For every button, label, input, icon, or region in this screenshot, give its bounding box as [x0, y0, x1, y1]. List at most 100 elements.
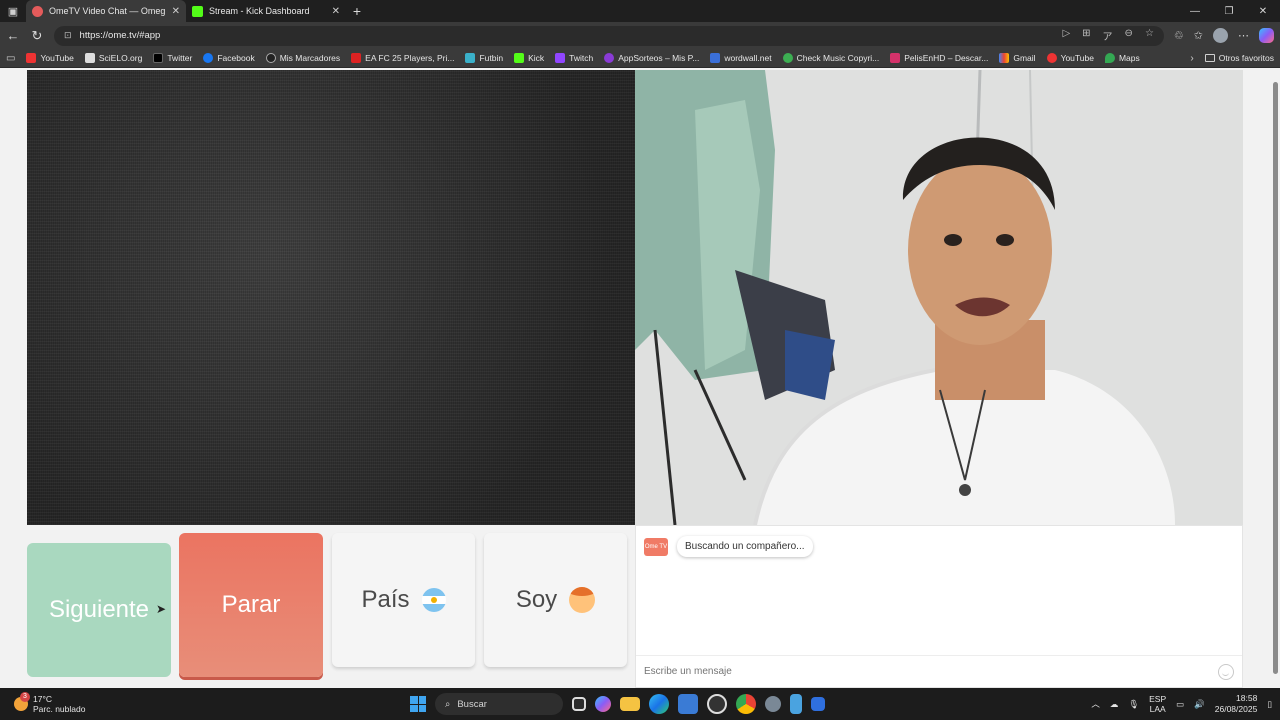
new-tab-button[interactable]: +	[346, 3, 368, 19]
country-label: País	[361, 586, 410, 613]
file-explorer-icon[interactable]	[620, 697, 640, 711]
page-scrollbar[interactable]	[1270, 68, 1280, 688]
volume-icon[interactable]: 🔊	[1194, 699, 1205, 710]
copilot-icon[interactable]	[1259, 28, 1274, 43]
message-bubble: Buscando un compañero...	[677, 536, 813, 557]
ometv-logo-icon: Ome TV	[644, 537, 668, 556]
favorites-icon[interactable]: ✩	[1194, 29, 1203, 42]
chrome-icon[interactable]	[736, 694, 756, 714]
maximize-icon[interactable]: ❐	[1212, 6, 1246, 17]
bookmark-appsorteos[interactable]: AppSorteos – Mis P...	[604, 53, 699, 63]
onedrive-icon[interactable]: ☁	[1110, 699, 1119, 710]
stop-button[interactable]: Parar	[179, 533, 323, 677]
futbin-icon	[465, 53, 476, 63]
search-label: Buscar	[457, 698, 487, 710]
clock[interactable]: 18:58 26/08/2025	[1215, 693, 1258, 715]
window-controls: — ❐ ✕	[1178, 6, 1280, 17]
bookmark-label: YouTube	[1060, 53, 1094, 63]
other-favorites-folder[interactable]: Otros favoritos	[1204, 53, 1274, 63]
copilot-app-icon[interactable]	[595, 696, 611, 712]
bookmark-twitch[interactable]: Twitch	[555, 53, 593, 63]
notepad-icon[interactable]	[790, 694, 802, 714]
ometv-favicon-icon	[32, 5, 43, 17]
country-button[interactable]: País	[332, 533, 475, 667]
bookmark-maps[interactable]: Maps	[1104, 53, 1140, 63]
message-input[interactable]	[644, 666, 1218, 677]
bookmark-label: Gmail	[1013, 53, 1036, 63]
bookmark-gmail[interactable]: Gmail	[999, 53, 1036, 63]
snipping-tool-icon[interactable]	[811, 697, 825, 711]
extensions-icon[interactable]: ⊖	[1125, 28, 1133, 43]
reload-icon[interactable]: ↻	[30, 28, 44, 44]
taskbar-search[interactable]: ⌕ Buscar	[435, 693, 563, 715]
twitch-icon	[555, 53, 566, 63]
other-favorites-label: Otros favoritos	[1218, 53, 1274, 63]
pelisenhd-icon	[890, 53, 901, 63]
bookmark-pelisenhd[interactable]: PelisEnHD – Descar...	[890, 53, 988, 63]
tab-kick[interactable]: Stream - Kick Dashboard ✕	[186, 0, 346, 22]
folder-icon	[1204, 54, 1215, 62]
microphone-icon[interactable]: 🎙	[1128, 699, 1139, 710]
bookmark-label: Facebook	[217, 53, 255, 63]
browser-essentials-icon[interactable]: ♲	[1174, 29, 1184, 42]
task-view-icon[interactable]	[572, 697, 586, 711]
clock-time: 18:58	[1236, 693, 1258, 703]
chevron-up-icon[interactable]: ︿	[1091, 698, 1100, 710]
system-tray: ︿ ☁ 🎙 ESP LAA ▭ 🔊 18:58 26/08/2025 ▯	[1091, 688, 1272, 720]
site-info-icon[interactable]: ⊡	[64, 30, 72, 41]
obs-icon[interactable]	[707, 694, 727, 714]
bookmark-futbin[interactable]: Futbin	[465, 53, 503, 63]
translate-icon[interactable]: ア	[1103, 28, 1113, 43]
next-button[interactable]: Siguiente	[27, 543, 171, 677]
appsorteos-icon	[604, 53, 615, 63]
bookmarks-toggle-icon[interactable]: ▭	[6, 53, 15, 64]
facebook-icon	[203, 53, 214, 63]
chevron-right-icon[interactable]: ›	[1190, 53, 1193, 64]
weather-temp: 17°C	[33, 694, 52, 704]
edge-icon[interactable]	[649, 694, 669, 714]
tab-ometv[interactable]: OmeTV Video Chat — Omegle ✕	[26, 0, 186, 22]
settings-gear-icon[interactable]	[765, 696, 781, 712]
bookmark-scielo[interactable]: SciELO.org	[84, 53, 142, 63]
display-icon[interactable]: ▭	[1176, 699, 1184, 710]
close-window-icon[interactable]: ✕	[1246, 6, 1280, 17]
bookmark-twitter[interactable]: Twitter	[153, 53, 192, 63]
kick-icon	[514, 53, 525, 63]
maps-icon	[1104, 53, 1115, 63]
close-tab-icon[interactable]: ✕	[172, 6, 180, 17]
gender-button[interactable]: Soy	[484, 533, 627, 667]
tab-strip: ▣ OmeTV Video Chat — Omegle ✕ Stream - K…	[0, 0, 1280, 22]
bookmarks-bar: ▭ YouTube SciELO.org Twitter Facebook Mi…	[0, 49, 1280, 68]
bookmark-wordwall[interactable]: wordwall.net	[710, 53, 772, 63]
bookmark-kick[interactable]: Kick	[514, 53, 544, 63]
webcam-feed-image	[635, 70, 1243, 525]
partner-video	[27, 70, 635, 525]
bookmark-ea-fc[interactable]: EA FC 25 Players, Pri...	[351, 53, 454, 63]
bookmark-facebook[interactable]: Facebook	[203, 53, 255, 63]
lang-code: ESP	[1149, 694, 1167, 704]
more-menu-icon[interactable]: ⋯	[1238, 29, 1249, 42]
weather-widget[interactable]: 3 17°C Parc. nublado	[0, 692, 220, 714]
emoji-icon[interactable]	[1218, 663, 1234, 680]
close-tab-icon[interactable]: ✕	[332, 6, 340, 17]
minimize-icon[interactable]: —	[1178, 6, 1212, 17]
apps-icon[interactable]: ⊞	[1082, 28, 1090, 43]
back-icon[interactable]: ←	[6, 28, 20, 43]
bookmark-label: Maps	[1118, 53, 1140, 63]
scrollbar-thumb[interactable]	[1273, 82, 1278, 674]
bookmark-mis-marcadores[interactable]: Mis Marcadores	[265, 53, 340, 63]
notifications-icon[interactable]: ▯	[1267, 699, 1272, 710]
taskbar-apps: ⌕ Buscar	[410, 688, 825, 720]
bookmark-check-music[interactable]: Check Music Copyri...	[782, 53, 879, 63]
language-indicator[interactable]: ESP LAA	[1149, 694, 1166, 714]
store-icon[interactable]	[678, 694, 698, 714]
profile-avatar[interactable]	[1213, 28, 1228, 43]
youtube-icon	[26, 53, 37, 63]
tab-actions-icon[interactable]: ▣	[0, 0, 26, 22]
bookmark-youtube-2[interactable]: YouTube	[1046, 53, 1094, 63]
read-aloud-icon[interactable]: ▷	[1062, 28, 1070, 43]
windows-start-icon[interactable]	[410, 696, 426, 712]
bookmark-youtube[interactable]: YouTube	[26, 53, 74, 63]
url-field[interactable]: ⊡ https://ome.tv/#app ▷ ⊞ ア ⊖ ☆	[54, 25, 1164, 46]
favorite-star-icon[interactable]: ☆	[1145, 28, 1154, 43]
